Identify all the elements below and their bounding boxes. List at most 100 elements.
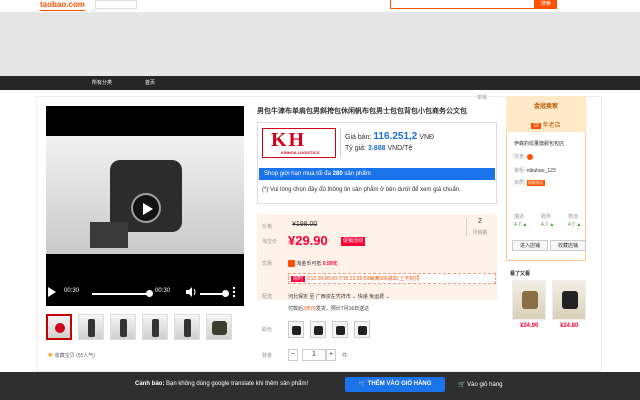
- nav-item-all-categories[interactable]: 所有分类: [92, 76, 112, 90]
- quantity-label: 数量: [262, 353, 273, 359]
- kinhoa-logo-letters: KH: [271, 129, 307, 151]
- star-icon: ★: [47, 352, 54, 359]
- vnd-price: Giá bán: 116.251,2 VNĐ: [345, 131, 435, 142]
- consumer-protection-badge: 消保保证: [526, 180, 545, 186]
- monthly-sales-label: 月销量: [472, 230, 488, 236]
- score-logistics-value: 4.7 ▲: [568, 222, 582, 228]
- color-option[interactable]: [354, 321, 370, 338]
- cart-icon: 🛒: [458, 382, 466, 388]
- quantity-input[interactable]: 1: [302, 349, 326, 361]
- quantity-increase-button[interactable]: +: [326, 349, 336, 361]
- bottom-action-bar: [0, 372, 640, 400]
- crown-icon: [526, 153, 533, 160]
- also-viewed-title: 看了又看: [510, 271, 531, 277]
- top-header: taobao.com 搜索: [0, 0, 640, 12]
- purchase-limit-value: 280: [332, 171, 343, 177]
- color-option[interactable]: [288, 321, 304, 338]
- kinhoa-logo: KH KINHOA LOGISTICS: [262, 128, 336, 158]
- kinhoa-logo-text: KINHOA LOGISTICS: [280, 150, 320, 155]
- video-progress-handle[interactable]: [146, 290, 153, 297]
- volume-icon[interactable]: [185, 286, 197, 300]
- thumbnail-image[interactable]: [206, 314, 232, 340]
- exchange-rate: Tỷ giá: 3.888 VND/Tệ: [345, 145, 413, 152]
- thumbnail-video[interactable]: [46, 314, 72, 340]
- more-options-icon[interactable]: [232, 286, 236, 300]
- shop-name[interactable]: 伊森豹纹董旗舰包包店: [514, 140, 564, 147]
- shipping-label: 配送: [262, 294, 273, 300]
- also-viewed-item[interactable]: [552, 280, 586, 320]
- favorite-count: (55人气): [76, 353, 95, 359]
- color-label: 颜色: [262, 327, 273, 333]
- volume-handle[interactable]: [222, 290, 229, 297]
- sale-price: ¥29.90: [288, 233, 328, 248]
- score-service-value: 4.7 ▲: [541, 222, 555, 228]
- flash-promo-tag: 限时: [291, 276, 306, 282]
- video-thumb-icon: [55, 323, 65, 333]
- cart-icon: 🛒: [358, 381, 367, 387]
- search-button[interactable]: 搜索: [535, 0, 557, 9]
- divider: [340, 128, 341, 158]
- score-logistics-label: 物流: [568, 214, 579, 220]
- gold-seller-badge: 金冠卖家: [533, 104, 558, 110]
- video-current-time: 00:30: [64, 288, 80, 294]
- price-note: (*) Vui lòng chọn đầy đủ thông tin sản p…: [262, 187, 461, 193]
- thumbnail-strip: [46, 314, 246, 340]
- vnd-price-value: 116.251,2: [373, 131, 418, 142]
- coin-icon: [288, 260, 295, 268]
- sale-price-label: 淘宝价: [262, 239, 278, 245]
- quantity-unit: 件: [342, 353, 348, 359]
- promo-label: 优惠: [262, 261, 273, 267]
- product-title: 男包牛津布单肩包男斜挎包休闲帆布包男士包包背包小包商务公文包: [257, 108, 467, 115]
- score-description-label: 描述: [514, 214, 525, 220]
- delivery-estimate: 付款后3天内发货，预计7月16日送达: [288, 306, 370, 312]
- also-viewed-item[interactable]: [512, 280, 546, 320]
- go-to-cart-link[interactable]: 🛒 Vào giỏ hàng: [458, 381, 503, 388]
- favorite-shop-button[interactable]: 收藏店铺: [550, 240, 586, 251]
- shop-owner: 掌柜: nibuhao_123: [514, 168, 556, 174]
- quantity-decrease-button[interactable]: −: [288, 349, 298, 361]
- purchase-limit-bar: Shop giới hạn mua tối đa 280 sản phẩm: [259, 168, 495, 180]
- also-viewed-price: ¥24.80: [560, 323, 579, 329]
- banner-area: [0, 12, 640, 76]
- video-progress-bar[interactable]: [92, 293, 150, 295]
- also-viewed-price: ¥24.90: [520, 323, 539, 329]
- promo-tag: 促销活动: [341, 237, 366, 246]
- translate-warning: Cảnh báo: Bạn không dùng google translat…: [135, 381, 309, 387]
- shop-years: 10 年老店: [531, 123, 561, 129]
- flash-promo-text: 7/12 20:00:00-7/15 23:59:59每满300减30,上不封顶: [306, 276, 420, 282]
- thumbnail-image[interactable]: [174, 314, 200, 340]
- video-play-icon[interactable]: [47, 286, 57, 300]
- video-total-time: 00:30: [155, 288, 171, 294]
- nav-bar: 所有分类 首页: [0, 76, 640, 90]
- shipping-info[interactable]: 河北保定 至 广西崇左凭祥市 ⌄ 快递 免运费 ⌄: [288, 293, 390, 300]
- thumbnail-image[interactable]: [142, 314, 168, 340]
- monthly-sales-count: 2: [478, 218, 482, 225]
- color-option[interactable]: [310, 321, 326, 338]
- orig-price: ¥198.00: [292, 221, 318, 228]
- years-badge: 10: [531, 123, 541, 129]
- report-link[interactable]: 举报: [477, 94, 487, 101]
- divider: [466, 218, 467, 236]
- flash-promo: 限时 7/12 20:00:00-7/15 23:59:59每满300减30,上…: [288, 273, 496, 284]
- shop-qualification: 资质: 消保保证: [514, 180, 545, 186]
- play-button[interactable]: [131, 193, 161, 223]
- taobao-logo[interactable]: taobao.com: [40, 0, 85, 11]
- book-image: [90, 222, 128, 248]
- exchange-rate-value: 3.888: [367, 145, 386, 152]
- score-description-value: 4.7 ▲: [514, 222, 528, 228]
- enter-shop-button[interactable]: 进入店铺: [512, 240, 548, 251]
- nav-item-home[interactable]: 首页: [145, 76, 155, 90]
- search-input[interactable]: [390, 0, 535, 9]
- color-option[interactable]: [332, 321, 348, 338]
- orig-price-label: 价格: [262, 224, 273, 230]
- score-service-label: 服务: [541, 214, 552, 220]
- thumbnail-image[interactable]: [78, 314, 104, 340]
- shop-credit: 信誉:: [514, 153, 533, 160]
- play-icon: [143, 203, 153, 215]
- thumbnail-image[interactable]: [110, 314, 136, 340]
- search-category-select[interactable]: [95, 0, 137, 9]
- favorite-item[interactable]: ★ 收藏宝贝 (55人气): [47, 351, 95, 359]
- favorite-label: 收藏宝贝: [54, 353, 75, 359]
- add-to-cart-button[interactable]: 🛒 THÊM VÀO GIỎ HÀNG: [345, 377, 445, 392]
- coin-discount: 淘金币可抵 0.59元: [288, 260, 338, 268]
